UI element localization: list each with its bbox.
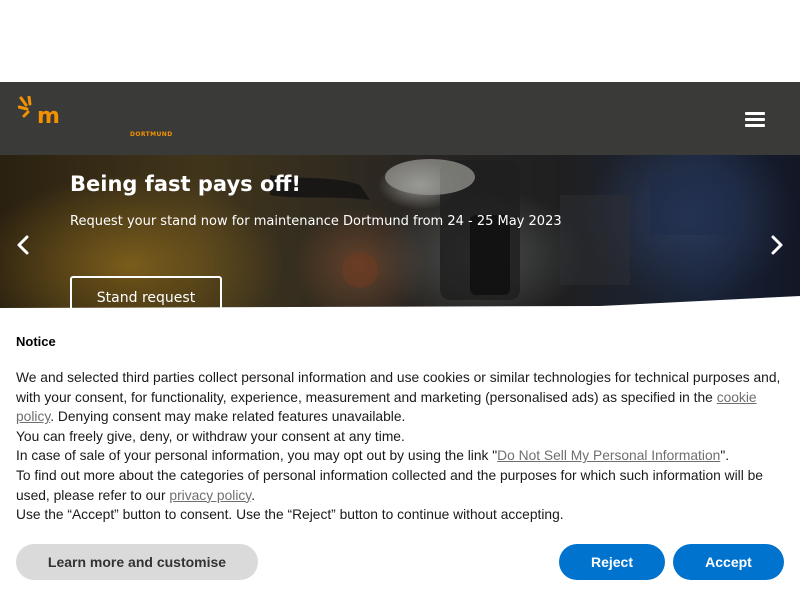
reject-button[interactable]: Reject xyxy=(559,544,665,580)
logo-letter: m xyxy=(37,104,60,129)
hero-title: Being fast pays off! xyxy=(70,172,301,196)
hero-subtitle: Request your stand now for maintenance D… xyxy=(70,214,562,229)
notice-paragraph-2: You can freely give, deny, or withdraw y… xyxy=(16,428,405,444)
notice-paragraph-4: To find out more about the categories of… xyxy=(16,467,763,503)
hamburger-menu-icon[interactable] xyxy=(741,109,769,131)
accept-button[interactable]: Accept xyxy=(673,544,784,580)
do-not-sell-link[interactable]: Do Not Sell My Personal Information xyxy=(497,448,720,463)
logo-city-label: DORTMUND xyxy=(130,131,173,138)
chevron-left-icon[interactable] xyxy=(13,233,33,257)
site-header: m DORTMUND xyxy=(0,82,800,155)
notice-paragraph-1: We and selected third parties collect pe… xyxy=(16,370,781,425)
chevron-right-icon[interactable] xyxy=(767,233,787,257)
learn-more-button[interactable]: Learn more and customise xyxy=(16,544,258,580)
notice-body: We and selected third parties collect pe… xyxy=(16,368,784,525)
notice-paragraph-3: In case of sale of your personal informa… xyxy=(16,448,730,464)
cookie-notice: Notice We and selected third parties col… xyxy=(0,312,800,600)
notice-title: Notice xyxy=(16,334,56,349)
hero-slider: Being fast pays off! Request your stand … xyxy=(0,155,800,308)
privacy-policy-link[interactable]: privacy policy xyxy=(169,488,251,503)
notice-paragraph-5: Use the “Accept” button to consent. Use … xyxy=(16,507,564,523)
top-white-bar xyxy=(0,0,800,82)
site-logo[interactable]: m DORTMUND xyxy=(18,96,178,142)
